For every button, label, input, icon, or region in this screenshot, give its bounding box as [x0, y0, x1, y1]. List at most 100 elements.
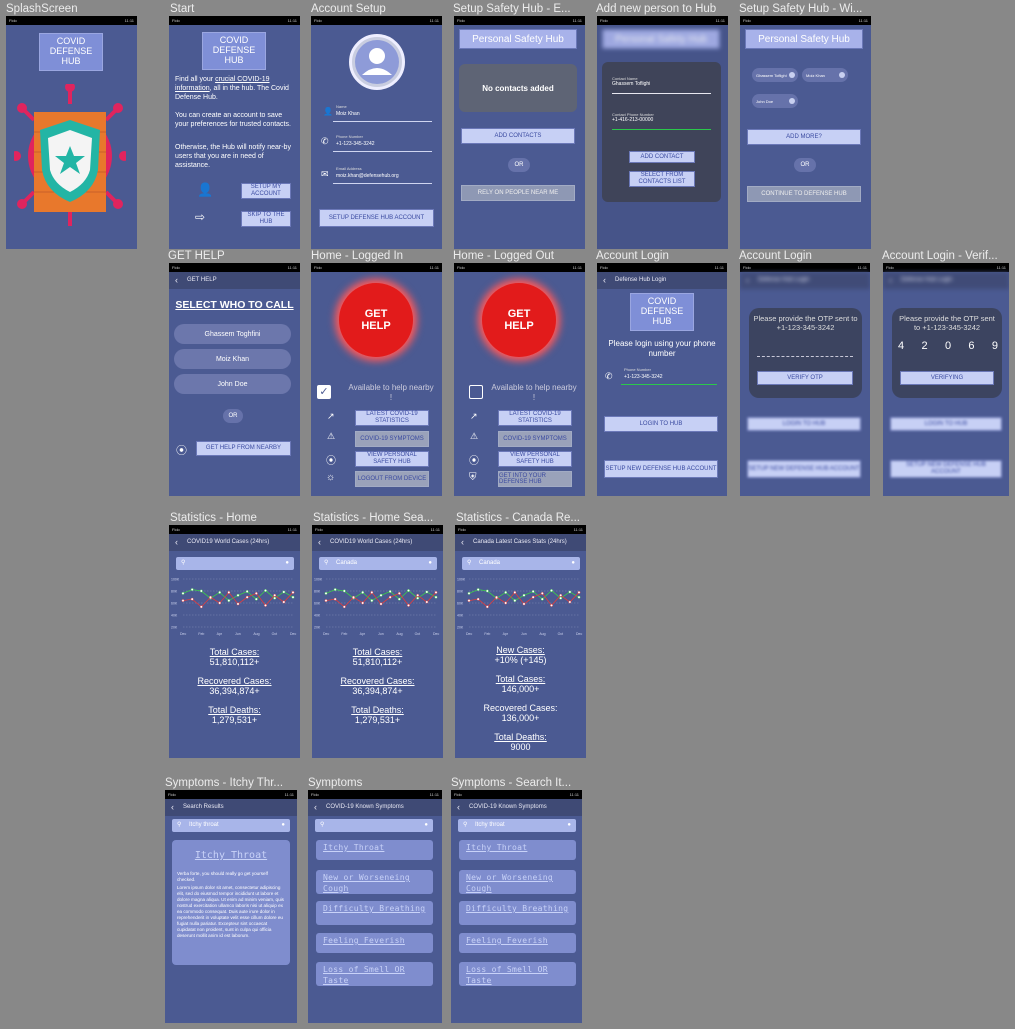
y-tick-label: 100K [457, 578, 466, 582]
symptoms-button[interactable]: COVID-19 SYMPTOMS [355, 431, 429, 447]
search-input[interactable]: ⚲ Itchy throat ● [458, 819, 576, 832]
phone-field[interactable]: Phone Number +1-123-345-3242 [333, 134, 432, 152]
available-checkbox[interactable] [469, 385, 483, 399]
search-input[interactable]: ⚲ Canada ● [462, 557, 580, 570]
verifying-button[interactable]: VERIFYING [900, 371, 994, 385]
symptom-item[interactable]: Difficulty Breathing [459, 901, 576, 925]
contact-item[interactable]: John Doe [174, 374, 291, 394]
add-contacts-button[interactable]: ADD CONTACTS [461, 128, 575, 144]
login-button[interactable]: LOGIN TO HUB [604, 416, 718, 432]
x-tick-label: Aug [253, 632, 259, 636]
data-point [467, 591, 471, 595]
data-point [324, 591, 328, 595]
get-help-nearby-button[interactable]: GET HELP FROM NEARBY [196, 441, 291, 456]
search-input[interactable]: ⚲ Canada ● [319, 557, 437, 570]
y-tick-label: 20K [314, 626, 321, 630]
get-help-button[interactable]: GET HELP [339, 283, 413, 357]
data-point [550, 589, 553, 592]
symptom-item[interactable]: New or Worseneing Cough [459, 870, 576, 894]
y-tick-label: 60K [314, 602, 321, 606]
select-from-contacts-button[interactable]: SELECT FROM CONTACTS LIST [629, 171, 695, 187]
contact-pill[interactable]: John Doe [752, 94, 798, 108]
skip-to-hub-button[interactable]: SKIP TO THE HUB [241, 211, 291, 227]
data-point [434, 591, 438, 594]
email-field[interactable]: Email Address moiz.khan@defensehub.org [333, 166, 432, 184]
continue-to-hub-button[interactable]: CONTINUE TO DEFENSE HUB [747, 186, 861, 202]
symptom-item[interactable]: Feeling Feverish [459, 933, 576, 953]
otp-prompt: Please provide the OTP sent to +1-123-34… [753, 314, 858, 333]
search-input[interactable]: ⚲ ● [315, 819, 433, 832]
view-safety-hub-button[interactable]: VIEW PERSONAL SAFETY HUB [498, 451, 572, 467]
back-arrow-icon[interactable]: ‹ [314, 799, 317, 816]
setup-new-account-button[interactable]: SETUP NEW DEFENSE HUB ACCOUNT [604, 460, 718, 478]
back-arrow-icon[interactable]: ‹ [461, 534, 464, 551]
name-field[interactable]: Name Moiz Khan [333, 104, 432, 122]
cases-chart: 100K80K60K40K20KDec Feb Apr Jun Aug Oct Dec [169, 573, 300, 637]
statistics-button[interactable]: LATEST COVID-19 STATISTICS [498, 410, 572, 426]
data-point [282, 600, 286, 604]
otp-inputs[interactable]: 42069 [898, 340, 998, 352]
back-arrow-icon[interactable]: ‹ [175, 534, 178, 551]
add-contact-button[interactable]: ADD CONTACT [629, 151, 695, 163]
back-arrow-icon[interactable]: ‹ [603, 272, 606, 289]
data-point [397, 597, 401, 601]
y-tick-label: 60K [171, 602, 178, 606]
contact-pill[interactable]: Moiz Khan [802, 68, 848, 82]
logout-button[interactable]: LOGOUT FROM DEVICE [355, 471, 429, 487]
data-point [434, 595, 438, 599]
y-tick-label: 40K [457, 614, 464, 618]
status-bar: Fido 11:11 [454, 16, 585, 25]
virus-shield-icon [14, 84, 126, 226]
frame-symptoms: Fido 11:11 ‹ COVID-19 Known Symptoms ⚲ ● It… [308, 790, 442, 1023]
contact-name-input[interactable]: Contact Name Ghassem Toflighi [612, 76, 711, 94]
data-point [254, 591, 258, 595]
available-checkbox[interactable]: ✓ [317, 385, 331, 399]
search-icon: ⚲ [463, 822, 468, 828]
rely-on-nearby-button[interactable]: RELY ON PEOPLE NEAR ME [461, 185, 575, 201]
status-bar: Fido 11:11 [311, 263, 442, 272]
mic-icon: ● [281, 822, 285, 828]
get-into-hub-button[interactable]: GET INTO YOUR DEFENSE HUB [498, 471, 572, 487]
back-arrow-icon[interactable]: ‹ [318, 534, 321, 551]
x-tick-label: Apr [503, 632, 509, 636]
back-arrow-icon[interactable]: ‹ [171, 799, 174, 816]
symptoms-button[interactable]: COVID-19 SYMPTOMS [498, 431, 572, 447]
otp-inputs[interactable] [757, 356, 853, 357]
verify-otp-button[interactable]: VERIFY OTP [757, 371, 853, 385]
status-bar: Fido 11:11 [597, 16, 728, 25]
symptom-item[interactable]: New or Worseneing Cough [316, 870, 433, 894]
data-point [397, 591, 401, 595]
frame-safety-with: Fido 11:11 Personal Safety Hub Ghassem To… [740, 16, 871, 249]
statistics-button[interactable]: LATEST COVID-19 STATISTICS [355, 410, 429, 426]
back-arrow-icon[interactable]: ‹ [175, 272, 178, 289]
otp-modal: Please provide the OTP sent to +1-123-34… [892, 308, 1002, 398]
contact-item[interactable]: Moiz Khan [174, 349, 291, 369]
add-more-button[interactable]: ADD MORE? [747, 129, 861, 145]
or-divider: OR [794, 158, 816, 172]
symptom-item[interactable]: Itchy Throat [316, 840, 433, 860]
symptom-item[interactable]: Loss of Smell OR Taste [459, 962, 576, 986]
get-help-button[interactable]: GET HELP [482, 283, 556, 357]
phone-field[interactable]: Phone Number +1-123-345-3242 [621, 367, 717, 385]
mic-icon: ● [428, 560, 432, 566]
otp-prompt: Please provide the OTP sent to +1-123-34… [899, 314, 995, 333]
contact-pill[interactable]: Ghassem Toflighi [752, 68, 798, 82]
data-point [199, 605, 203, 609]
back-arrow-icon[interactable]: ‹ [457, 799, 460, 816]
symptom-item[interactable]: Loss of Smell OR Taste [316, 962, 433, 986]
symptom-item[interactable]: Itchy Throat [459, 840, 576, 860]
mic-icon: ● [285, 560, 289, 566]
view-safety-hub-button[interactable]: VIEW PERSONAL SAFETY HUB [355, 451, 429, 467]
search-input[interactable]: ⚲ ● [176, 557, 294, 570]
avatar[interactable] [349, 34, 405, 90]
contact-phone-input[interactable]: Contact Phone Number +1-416-213-00000 [612, 112, 711, 130]
symptom-item[interactable]: Difficulty Breathing [316, 901, 433, 925]
setup-account-button[interactable]: SETUP MY ACCOUNT [241, 183, 291, 199]
frame-account-setup: Fido 11:11 👤 Name Moiz Khan ✆ Phone Number… [311, 16, 442, 249]
contact-item[interactable]: Ghassem Toghfini [174, 324, 291, 344]
search-input[interactable]: ⚲ Itchy throat ● [172, 819, 290, 832]
symptom-item[interactable]: Feeling Feverish [316, 933, 433, 953]
setup-hub-account-button[interactable]: SETUP DEFENSE HUB ACCOUNT [319, 209, 434, 227]
status-bar: Fido 11:11 [311, 16, 442, 25]
search-icon: ⚲ [324, 560, 329, 566]
